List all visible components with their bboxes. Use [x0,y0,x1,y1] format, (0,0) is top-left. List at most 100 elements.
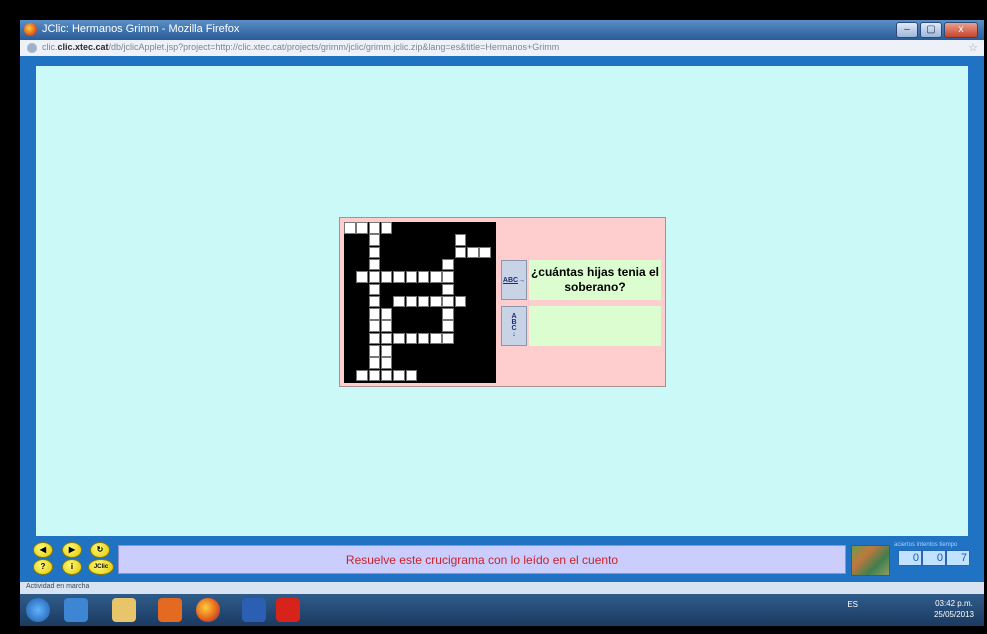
info-button[interactable]: i [62,559,82,575]
bookmark-star-icon[interactable]: ☆ [968,41,978,54]
intentos-counter: 0 [922,550,946,566]
crossword-cell[interactable] [368,246,381,259]
crossword-cell[interactable] [368,320,381,332]
crossword-cell[interactable] [368,258,381,271]
across-toggle-label: ABC [502,276,519,284]
crossword-cell[interactable] [405,332,417,345]
restart-button[interactable]: ↻ [90,542,110,558]
media-player-icon[interactable] [158,598,182,622]
url-host: clic.xtec.cat [57,42,109,52]
crossword-cell[interactable] [417,332,430,345]
language-indicator[interactable]: ES [847,600,858,609]
crossword-cell[interactable] [442,283,454,295]
address-bar[interactable]: clic.clic.xtec.cat/db/jclicApplet.jsp?pr… [20,40,984,56]
crossword-cell[interactable] [430,271,442,283]
activity-thumbnail [851,545,890,576]
crossword-cell[interactable] [380,320,393,332]
internet-explorer-icon[interactable] [64,598,88,622]
crossword-cell[interactable] [454,246,467,259]
next-activity-button[interactable]: ▶ [62,542,82,558]
crossword-cell[interactable] [393,295,405,308]
crossword-cell[interactable] [417,295,430,308]
help-button[interactable]: ? [33,559,53,575]
crossword-cell[interactable] [454,234,467,246]
windows-taskbar: ES 03:42 p.m. 25/05/2013 [20,594,984,626]
crossword-cell[interactable] [430,295,442,308]
down-clue [529,306,661,346]
crossword-cell[interactable] [368,271,381,283]
jclic-logo-button[interactable]: JClic [88,559,114,575]
crossword-cell[interactable] [356,369,368,382]
across-toggle-button[interactable]: ABC → [501,260,527,300]
crossword-cell[interactable] [442,271,454,283]
message-bar: Resuelve este crucigrama con lo leído en… [118,545,846,574]
site-identity-icon [27,43,37,53]
status-bar: Actividad en marcha [20,582,984,594]
prev-activity-button[interactable]: ◀ [33,542,53,558]
counters-labels: aciertos intentos tiempo [894,542,958,548]
arrow-right-icon: → [518,276,526,284]
crossword-cell[interactable] [430,332,442,345]
start-button-icon[interactable] [26,598,50,622]
maximize-button[interactable]: ▢ [920,22,942,38]
file-explorer-icon[interactable] [112,598,136,622]
arrow-down-icon: ↓ [512,331,516,338]
status-text: Actividad en marcha [26,583,90,590]
crossword-cell[interactable] [380,222,393,234]
crossword-cell[interactable] [380,332,393,345]
url-text[interactable]: clic.clic.xtec.cat/db/jclicApplet.jsp?pr… [42,42,559,52]
window-buttons: – ▢ x [896,22,978,38]
crossword-cell[interactable] [368,234,381,246]
crossword-cell[interactable] [368,283,381,295]
acrobat-icon[interactable] [276,598,300,622]
down-toggle-button[interactable]: A B C ↓ [501,306,527,346]
crossword-cell[interactable] [393,332,405,345]
crossword-cell[interactable] [442,320,454,332]
crossword-cell[interactable] [380,271,393,283]
firefox-icon [24,23,37,36]
window-titlebar: JClic: Hermanos Grimm - Mozilla Firefox … [20,20,984,40]
crossword-cell[interactable] [393,271,405,283]
crossword-cell[interactable] [380,308,393,320]
firefox-taskbar-icon[interactable] [196,598,220,622]
crossword-cell[interactable] [368,332,381,345]
crossword-cell[interactable] [405,271,417,283]
crossword-cell[interactable] [368,222,381,234]
system-clock[interactable]: 03:42 p.m. 25/05/2013 [934,598,974,620]
crossword-cell[interactable] [405,369,417,382]
crossword-cell[interactable] [368,369,381,382]
crossword-cell[interactable] [454,295,467,308]
crossword-cell[interactable] [442,258,454,271]
crossword-cell[interactable] [479,246,491,259]
minimize-button[interactable]: – [896,22,918,38]
crossword-cell[interactable] [368,345,381,357]
crossword-cell[interactable] [380,369,393,382]
tiempo-counter: 7 [946,550,970,566]
crossword-cell[interactable] [442,295,454,308]
clock-date: 25/05/2013 [933,610,974,619]
crossword-cell[interactable] [368,295,381,308]
crossword-cell[interactable] [442,332,454,345]
aciertos-counter: 0 [898,550,922,566]
url-path: /db/jclicApplet.jsp?project=http://clic.… [108,42,560,52]
crossword-cell[interactable] [344,222,356,234]
crossword-cell[interactable] [380,357,393,369]
crossword-grid[interactable] [344,222,496,383]
crossword-cell[interactable] [356,222,368,234]
crossword-cell[interactable] [393,369,405,382]
word-icon[interactable] [242,598,266,622]
crossword-cell[interactable] [442,308,454,320]
window-title: JClic: Hermanos Grimm - Mozilla Firefox [42,23,240,35]
navigation-controls: ◀ ▶ ↻ ? i JClic [29,542,117,576]
crossword-cell[interactable] [368,357,381,369]
close-button[interactable]: x [944,22,978,38]
crossword-cell[interactable] [356,271,368,283]
crossword-cell[interactable] [417,271,430,283]
crossword-cell[interactable] [380,345,393,357]
crossword-cell[interactable] [467,246,479,259]
crossword-cell[interactable] [368,308,381,320]
across-clue: ¿cuántas hijas tenia el soberano? [529,260,661,300]
clock-time: 03:42 p.m. [935,599,973,608]
crossword-cell[interactable] [405,295,417,308]
down-toggle-label: A B C [511,313,517,332]
